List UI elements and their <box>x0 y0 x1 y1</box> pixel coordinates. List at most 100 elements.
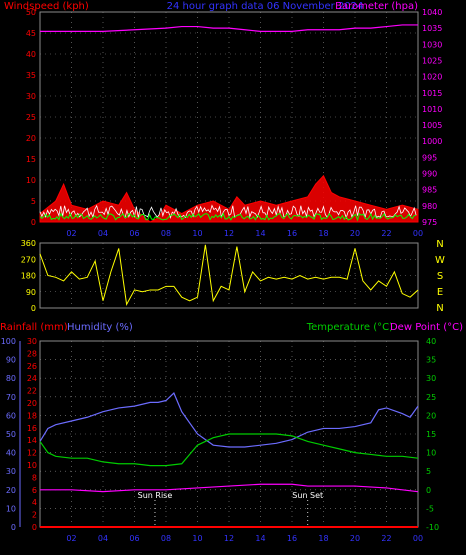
hour-tick-label: 14 <box>255 229 265 238</box>
barometer-tick-label: 1020 <box>422 73 442 82</box>
windspeed-tick-label: 25 <box>26 113 36 122</box>
hour-tick-label: 02 <box>66 229 76 238</box>
hour-tick-label: 06 <box>129 229 139 238</box>
humidity-tick-label: 50 <box>6 430 16 439</box>
windspeed-tick-label: 30 <box>26 92 36 101</box>
rainfall-tick-label: 20 <box>27 399 37 408</box>
temperature-tick-label: 35 <box>426 356 436 365</box>
rainfall-tick-label: 22 <box>27 387 37 396</box>
compass-labels: NWSEN <box>435 239 445 314</box>
humidity-tick-label: 90 <box>6 356 16 365</box>
barometer-tick-label: 1000 <box>422 137 442 146</box>
humidity-tick-label: 20 <box>6 486 16 495</box>
windspeed-tick-label: 5 <box>31 197 36 206</box>
compass-letter: N <box>436 239 443 250</box>
windspeed-tick-label: 40 <box>26 50 36 59</box>
barometer-axis-title: Barometer (hpa) <box>335 1 418 12</box>
windspeed-tick-label: 20 <box>26 134 36 143</box>
rainfall-tick-label: 6 <box>32 486 37 495</box>
temperature-axis-title: Temperature (°C) <box>306 322 393 333</box>
compass-letter: N <box>436 303 443 314</box>
temperature-line <box>39 433 419 467</box>
direction-tick-label: 360 <box>21 239 36 248</box>
rainfall-tick-label: 10 <box>27 461 37 470</box>
rainfall-tick-label: 30 <box>27 337 37 346</box>
hour-tick-label: 02 <box>66 534 76 543</box>
rainfall-tick-label: 4 <box>32 498 37 507</box>
hour-tick-label: 08 <box>161 229 171 238</box>
humidity-tick-label: 100 <box>1 337 16 346</box>
hour-tick-label: 18 <box>318 534 328 543</box>
hour-tick-label: 16 <box>287 229 297 238</box>
rainfall-tick-label: 16 <box>27 424 37 433</box>
barometer-tick-label: 985 <box>422 186 437 195</box>
dewpoint-axis-title: Dew Point (°C) <box>390 322 463 333</box>
hour-tick-label: 12 <box>224 534 234 543</box>
humidity-tick-label: 10 <box>6 504 16 513</box>
barometer-line <box>40 24 418 32</box>
rainfall-tick-label: 18 <box>27 411 37 420</box>
rainfall-tick-label: 2 <box>32 511 37 520</box>
rainfall-tick-label: 14 <box>27 436 37 445</box>
direction-tick-label: 0 <box>31 304 36 313</box>
graph-date-title: 24 hour graph data 06 November 2024 <box>167 1 364 12</box>
hour-tick-label: 10 <box>192 229 202 238</box>
direction-tick-label: 180 <box>21 272 36 281</box>
barometer-tick-label: 1030 <box>422 40 442 49</box>
temperature-tick-label: 40 <box>426 337 436 346</box>
rainfall-tick-label: 24 <box>27 374 37 383</box>
hour-tick-label: 20 <box>350 229 360 238</box>
barometer-tick-label: 1025 <box>422 56 442 65</box>
humidity-tick-label: 80 <box>6 374 16 383</box>
hour-tick-label: 22 <box>381 534 391 543</box>
temperature-tick-label: 30 <box>426 374 436 383</box>
windspeed-tick-label: 15 <box>26 155 36 164</box>
rainfall-axis-title: Rainfall (mm) <box>0 322 68 333</box>
compass-letter: W <box>435 255 445 266</box>
temperature-tick-label: -5 <box>426 504 434 513</box>
windspeed-tick-label: 35 <box>26 71 36 80</box>
hour-tick-label: 08 <box>161 534 171 543</box>
barometer-tick-label: 1005 <box>422 121 442 130</box>
rainfall-tick-label: 28 <box>27 349 37 358</box>
windspeed-axis-title: Windspeed (kph) <box>4 1 89 12</box>
compass-letter: S <box>437 271 443 282</box>
windspeed-tick-label: 10 <box>26 176 36 185</box>
hour-tick-label: 12 <box>224 229 234 238</box>
barometer-tick-label: 1010 <box>422 105 442 114</box>
wind-barometer-panel: 0510152025303540455097598098599099510001… <box>26 8 443 238</box>
humidity-tick-label: 30 <box>6 467 16 476</box>
hour-tick-label: 06 <box>129 534 139 543</box>
sunset-label: Sun Set <box>292 491 323 500</box>
temperature-tick-label: 10 <box>426 449 436 458</box>
humidity-tick-label: 60 <box>6 411 16 420</box>
barometer-tick-label: 980 <box>422 202 437 211</box>
humidity-axis-title: Humidity (%) <box>67 322 133 333</box>
hour-tick-label: 00 <box>413 534 423 543</box>
dewpoint-line <box>40 483 419 493</box>
temperature-tick-label: 15 <box>426 430 436 439</box>
hour-tick-label: 04 <box>98 229 108 238</box>
humidity-tick-label: 70 <box>6 393 16 402</box>
barometer-tick-label: 1040 <box>422 8 442 17</box>
compass-letter: E <box>437 287 443 298</box>
barometer-tick-label: 995 <box>422 153 437 162</box>
hour-tick-label: 16 <box>287 534 297 543</box>
windspeed-tick-label: 0 <box>31 218 36 227</box>
hour-tick-label: 18 <box>318 229 328 238</box>
hour-tick-label: 14 <box>255 534 265 543</box>
barometer-tick-label: 975 <box>422 218 437 227</box>
barometer-tick-label: 990 <box>422 170 437 179</box>
windspeed-tick-label: 50 <box>26 8 36 17</box>
temperature-tick-label: -10 <box>426 523 439 532</box>
rainfall-tick-label: 26 <box>27 362 37 371</box>
temperature-tick-label: 25 <box>426 393 436 402</box>
humidity-tick-label: 0 <box>11 523 16 532</box>
weather-graph: Windspeed (kph) 24 hour graph data 06 No… <box>0 1 463 543</box>
wind-direction-panel: 0 90 180 270 360 <box>21 239 419 313</box>
direction-tick-label: 90 <box>26 288 36 297</box>
humidity-tick-label: 40 <box>6 449 16 458</box>
rainfall-tick-label: 8 <box>32 473 37 482</box>
sunrise-label: Sun Rise <box>138 491 173 500</box>
rainfall-tick-label: 12 <box>27 449 37 458</box>
